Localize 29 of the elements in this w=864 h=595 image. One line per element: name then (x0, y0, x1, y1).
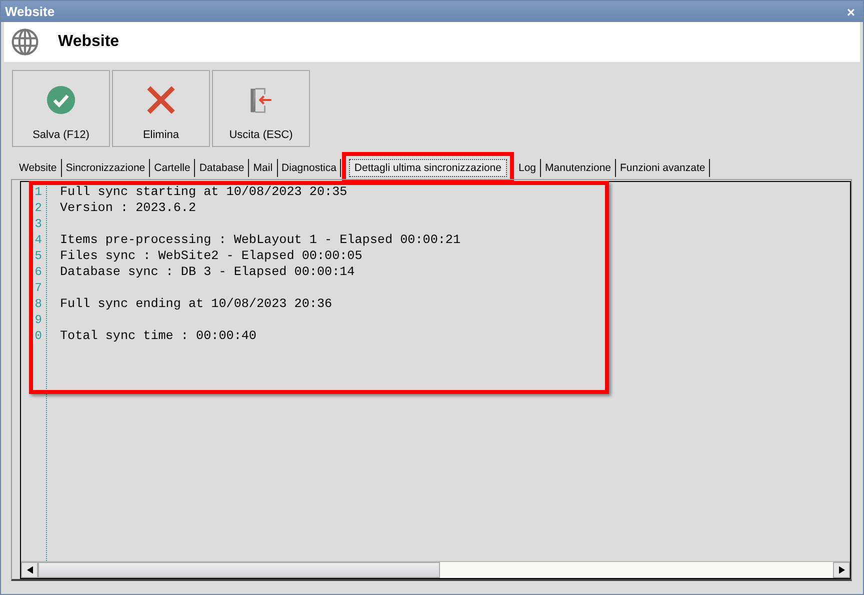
line-number: 6 (34, 265, 43, 279)
line-number: 4 (34, 233, 43, 247)
line-number: 8 (34, 297, 43, 311)
exit-button[interactable]: Uscita (ESC) (212, 70, 310, 147)
scrollbar-thumb[interactable] (38, 562, 440, 578)
window-title: Website (5, 4, 55, 19)
log-line: Full sync ending at 10/08/2023 20:36 (59, 297, 332, 311)
log-line: Total sync time : 00:00:40 (59, 329, 256, 343)
line-number: 0 (34, 329, 43, 343)
log-line: Items pre-processing : WebLayout 1 - Elapsed 00:00:21 (59, 233, 461, 247)
globe-icon (10, 27, 40, 57)
log-line: Database sync : DB 3 - Elapsed 00:00:14 (59, 265, 355, 279)
horizontal-scrollbar[interactable] (21, 561, 850, 578)
scroll-left-icon[interactable] (21, 562, 38, 578)
line-number: 7 (34, 281, 43, 295)
cross-icon (146, 85, 176, 115)
scroll-right-icon[interactable] (833, 562, 850, 578)
log-line: Full sync starting at 10/08/2023 20:35 (59, 185, 348, 199)
check-circle-icon (46, 85, 76, 115)
line-number: 9 (34, 313, 43, 327)
line-number: 3 (34, 217, 43, 231)
delete-button[interactable]: Elimina (112, 70, 210, 147)
line-number: 5 (34, 249, 43, 263)
line-number: 2 (34, 201, 43, 215)
header-title: Website (58, 33, 120, 51)
log-line: Version : 2023.6.2 (59, 201, 196, 215)
log-line: Files sync : WebSite2 - Elapsed 00:00:05 (59, 249, 362, 263)
save-button[interactable]: Salva (F12) (12, 70, 110, 147)
line-number: 1 (34, 185, 43, 199)
